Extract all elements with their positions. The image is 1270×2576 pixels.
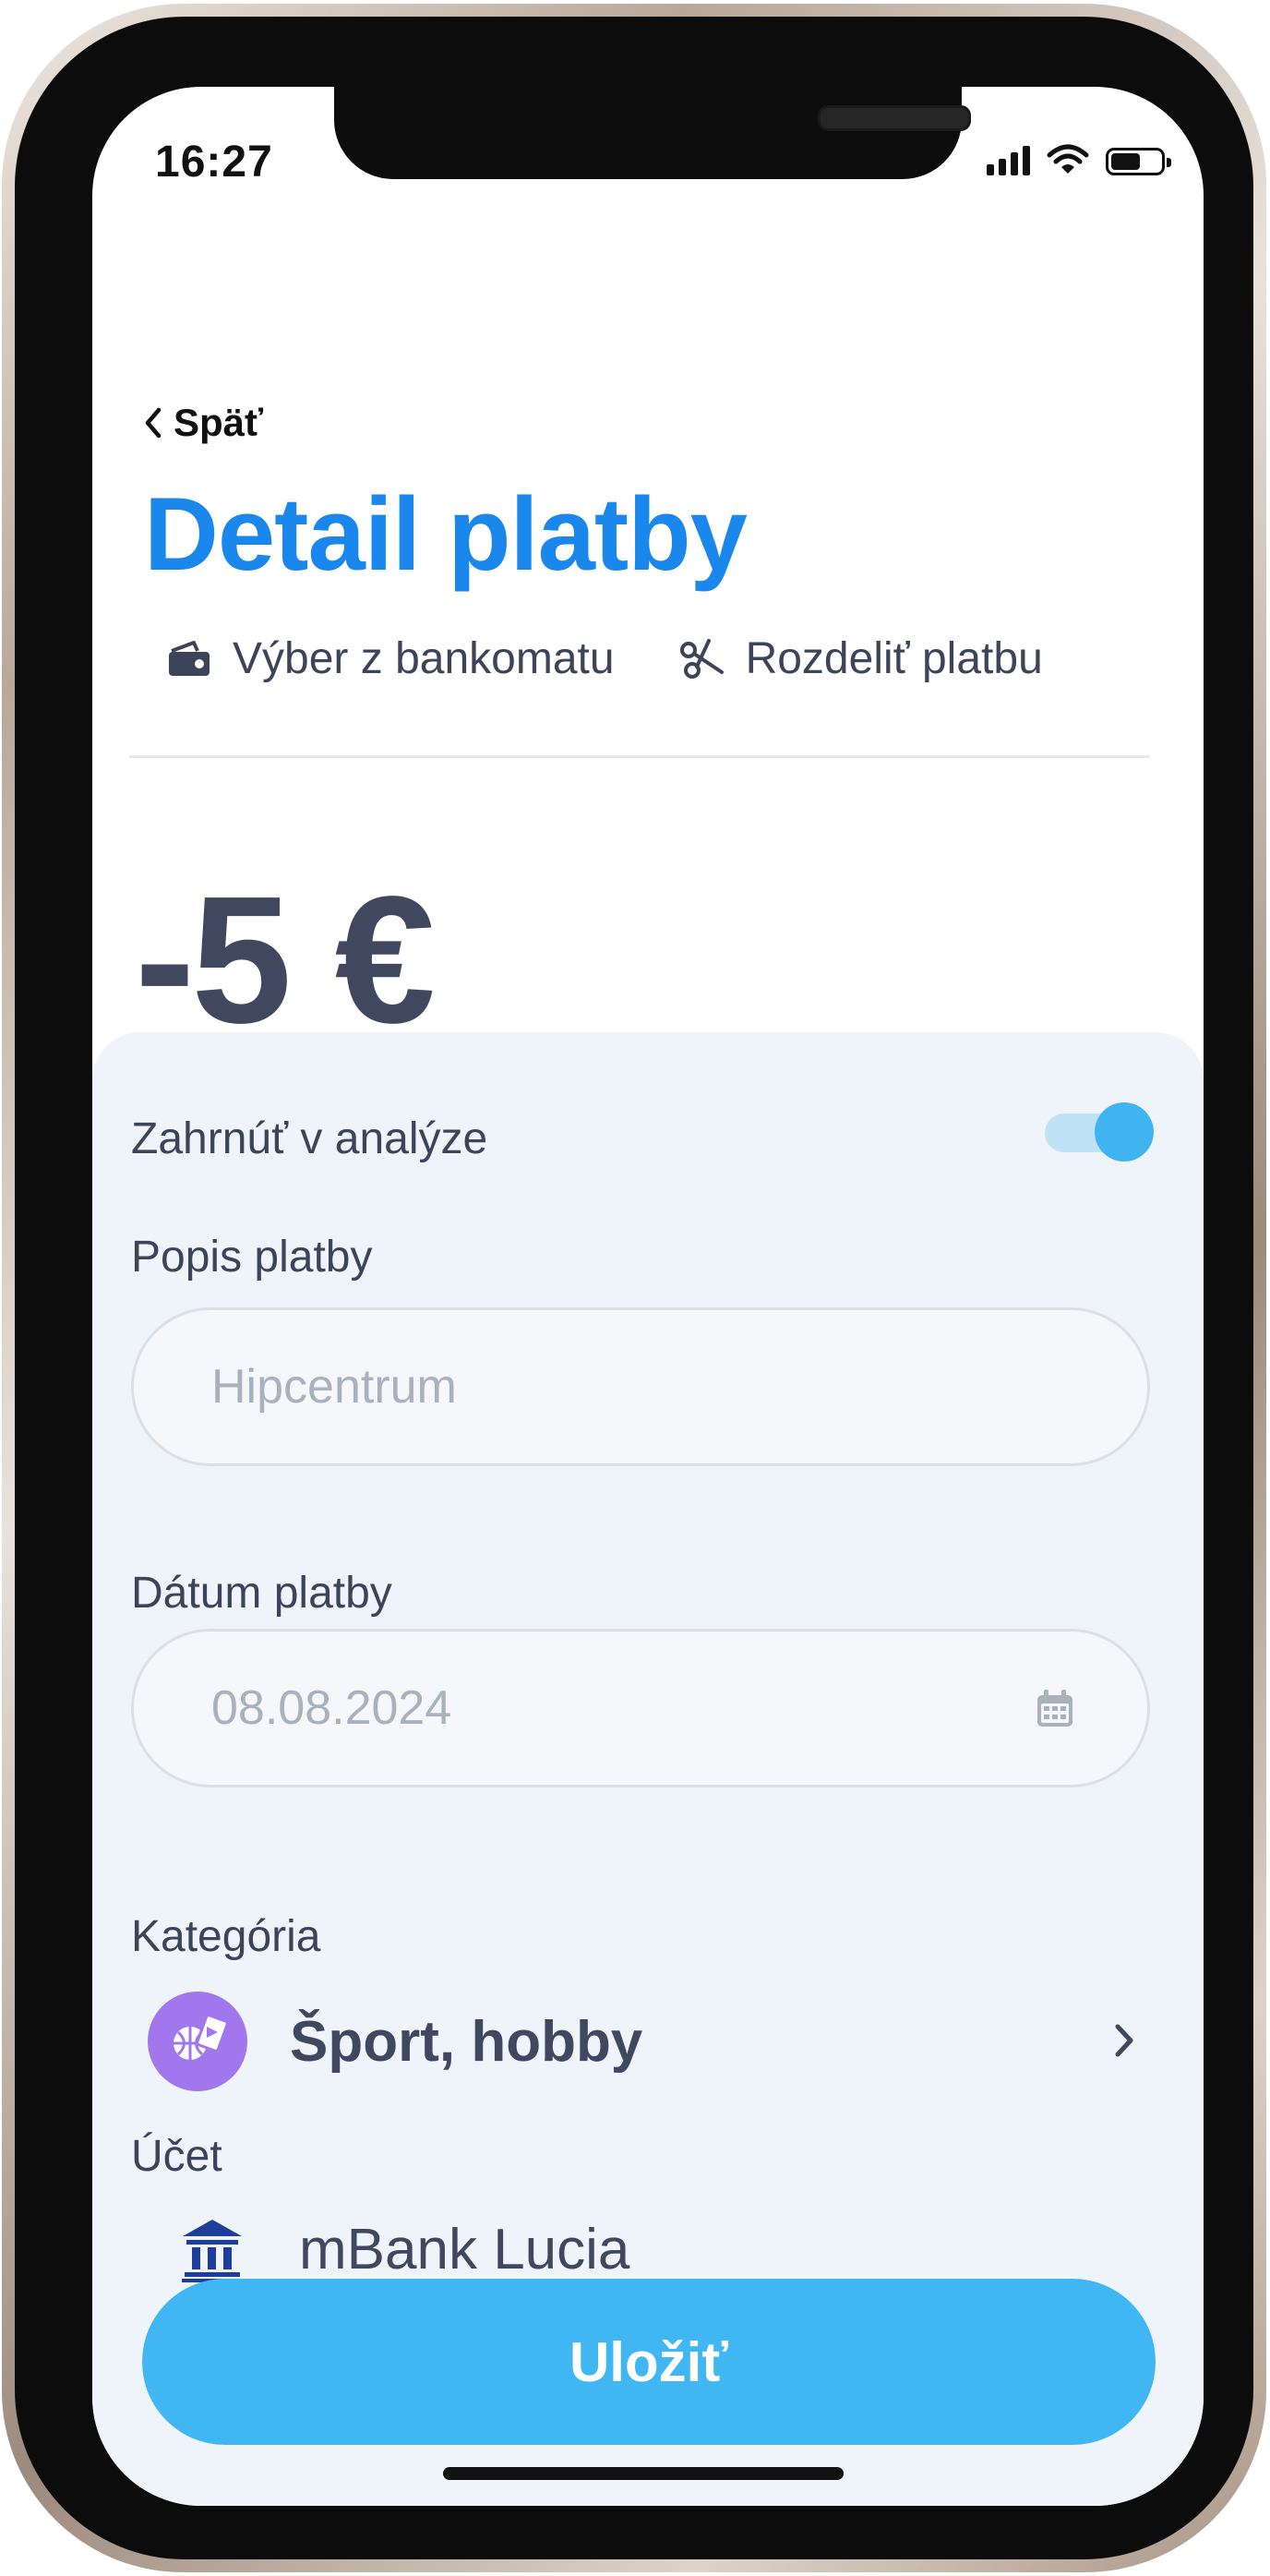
toggle-knob xyxy=(1095,1102,1154,1162)
home-indicator[interactable] xyxy=(443,2467,844,2480)
cash-withdrawal-label: Výber z bankomatu xyxy=(233,634,615,683)
category-selector[interactable]: Šport, hobby xyxy=(148,1991,1144,2092)
category-label: Kategória xyxy=(131,1912,321,1961)
split-payment-action[interactable]: Rozdeliť platbu xyxy=(677,633,1043,684)
battery-icon xyxy=(1106,148,1171,175)
sport-hobby-icon xyxy=(148,1992,247,2091)
date-field[interactable] xyxy=(131,1629,1150,1788)
account-label: Účet xyxy=(131,2132,222,2181)
status-icons xyxy=(987,144,1171,175)
notch xyxy=(334,87,971,179)
date-label: Dátum platby xyxy=(131,1569,392,1618)
description-input[interactable] xyxy=(210,1358,1147,1415)
app-screen: 16:27 Späť Detail platby Výber z bankoma… xyxy=(92,87,1204,2506)
chevron-left-icon xyxy=(145,407,162,439)
speaker-grille xyxy=(818,105,971,131)
include-in-analysis-toggle[interactable] xyxy=(1045,1102,1154,1162)
description-field[interactable] xyxy=(131,1307,1150,1466)
cash-withdrawal-action[interactable]: Výber z bankomatu xyxy=(166,633,615,684)
back-button[interactable]: Späť xyxy=(144,401,263,445)
split-payment-label: Rozdeliť platbu xyxy=(745,634,1043,683)
date-input[interactable] xyxy=(210,1679,1147,1737)
phone-frame: 16:27 Späť Detail platby Výber z bankoma… xyxy=(15,17,1253,2559)
phone-bezel: 16:27 Späť Detail platby Výber z bankoma… xyxy=(2,4,1266,2572)
page-title: Detail platby xyxy=(144,476,748,592)
bank-icon xyxy=(182,2220,243,2282)
battery-level xyxy=(1111,153,1140,170)
cellular-signal-icon xyxy=(987,146,1030,175)
scissors-icon xyxy=(677,635,725,683)
header-divider xyxy=(129,755,1150,758)
cash-withdrawal-icon xyxy=(166,640,212,679)
back-label: Späť xyxy=(174,401,264,444)
payment-actions: Výber z bankomatu Rozdeliť platbu xyxy=(166,633,1043,684)
save-button[interactable]: Uložiť xyxy=(142,2279,1156,2445)
chevron-right-icon xyxy=(1115,2024,1133,2057)
calendar-icon[interactable] xyxy=(1035,1689,1075,1729)
category-value: Šport, hobby xyxy=(290,2009,643,2074)
payment-amount: -5 € xyxy=(135,859,436,1061)
wifi-icon xyxy=(1047,144,1089,174)
description-label: Popis platby xyxy=(131,1233,373,1282)
account-value: mBank Lucia xyxy=(299,2217,630,2281)
status-time: 16:27 xyxy=(155,138,273,187)
account-selector[interactable]: mBank Lucia xyxy=(179,2216,629,2282)
include-in-analysis-label: Zahrnúť v analýze xyxy=(131,1114,488,1163)
